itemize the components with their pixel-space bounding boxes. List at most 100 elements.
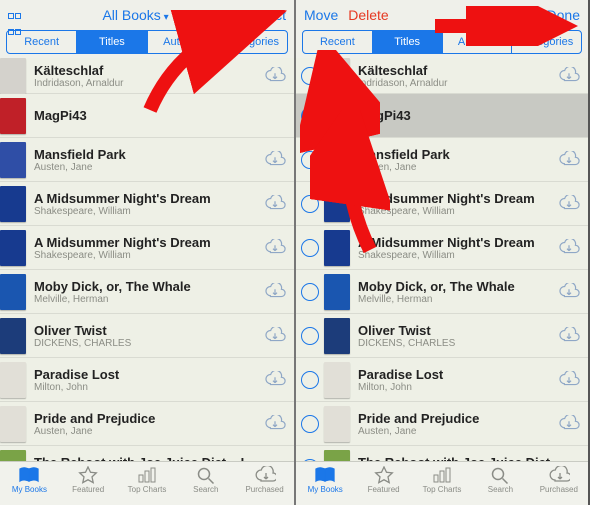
tab-purchased[interactable]: Purchased xyxy=(530,462,588,505)
cloud-icon xyxy=(235,465,294,485)
book-author: Austen, Jane xyxy=(34,162,264,173)
cloud-download-icon[interactable] xyxy=(558,67,580,85)
tab-label: Top Charts xyxy=(413,485,471,494)
segment-titles[interactable]: Titles xyxy=(77,31,147,53)
tab-top-charts[interactable]: Top Charts xyxy=(413,462,471,505)
book-row[interactable]: The Reboot with Joe Juice Diet – L…Cross… xyxy=(0,446,294,461)
cloud-download-icon[interactable] xyxy=(558,239,580,257)
select-checkbox[interactable] xyxy=(296,371,324,389)
select-checkbox[interactable] xyxy=(296,151,324,169)
cloud-download-icon[interactable] xyxy=(558,415,580,433)
cloud-download-icon[interactable] xyxy=(264,371,286,389)
book-author: Shakespeare, William xyxy=(34,206,264,217)
book-thumbnail xyxy=(0,406,26,442)
book-author: Austen, Jane xyxy=(34,426,264,437)
cloud-download-icon[interactable] xyxy=(558,195,580,213)
book-author: Austen, Jane xyxy=(358,162,558,173)
cloud-download-icon[interactable] xyxy=(264,415,286,433)
book-thumbnail xyxy=(0,186,26,222)
book-row[interactable]: KälteschlafIndridason, Arnaldur xyxy=(296,58,588,94)
collection-dropdown[interactable]: All Books xyxy=(24,7,247,23)
book-author: DICKENS, CHARLES xyxy=(34,338,264,349)
star-icon xyxy=(354,465,412,485)
delete-button[interactable]: Delete xyxy=(348,7,388,23)
segment-categories[interactable]: Categories xyxy=(512,31,581,53)
book-list[interactable]: KälteschlafIndridason, ArnaldurMagPi43Ma… xyxy=(0,58,294,461)
select-checkbox[interactable] xyxy=(296,415,324,433)
book-list[interactable]: KälteschlafIndridason, ArnaldurMagPi43Ma… xyxy=(296,58,588,461)
book-thumbnail xyxy=(0,58,26,94)
book-row[interactable]: MagPi43 xyxy=(296,94,588,138)
cloud-download-icon[interactable] xyxy=(558,327,580,345)
select-checkbox[interactable] xyxy=(296,195,324,213)
book-title: A Midsummer Night's Dream xyxy=(34,235,264,250)
tab-my-books[interactable]: My Books xyxy=(296,462,354,505)
cloud-download-icon[interactable] xyxy=(558,283,580,301)
cloud-download-icon[interactable] xyxy=(558,151,580,169)
select-checkbox[interactable] xyxy=(296,67,324,85)
book-row[interactable]: Pride and PrejudiceAusten, Jane xyxy=(296,402,588,446)
segment-authors[interactable]: Authors xyxy=(443,31,513,53)
cloud-download-icon[interactable] xyxy=(264,195,286,213)
book-author: Austen, Jane xyxy=(358,426,558,437)
cloud-download-icon[interactable] xyxy=(558,371,580,389)
cloud-download-icon[interactable] xyxy=(264,283,286,301)
book-row[interactable]: MagPi43 xyxy=(0,94,294,138)
book-title: Mansfield Park xyxy=(34,147,264,162)
tab-featured[interactable]: Featured xyxy=(59,462,118,505)
segment-recent[interactable]: Recent xyxy=(7,31,77,53)
book-thumbnail xyxy=(0,318,26,354)
book-row[interactable]: A Midsummer Night's DreamShakespeare, Wi… xyxy=(296,226,588,270)
book-author: Melville, Herman xyxy=(34,294,264,305)
tabbar: My BooksFeaturedTop ChartsSearchPurchase… xyxy=(296,461,588,505)
book-row[interactable]: Mansfield ParkAusten, Jane xyxy=(296,138,588,182)
done-button[interactable]: Done xyxy=(547,7,580,23)
book-row[interactable]: Moby Dick, or, The WhaleMelville, Herman xyxy=(296,270,588,314)
book-row[interactable]: Pride and PrejudiceAusten, Jane xyxy=(0,402,294,446)
book-title: Kälteschlaf xyxy=(358,63,558,78)
cloud-download-icon[interactable] xyxy=(264,327,286,345)
book-thumbnail xyxy=(324,186,350,222)
select-checkbox[interactable] xyxy=(296,283,324,301)
book-row[interactable]: A Midsummer Night's DreamShakespeare, Wi… xyxy=(296,182,588,226)
grid-toggle[interactable] xyxy=(8,7,24,23)
sort-segment[interactable]: RecentTitlesAuthorsCategories xyxy=(6,30,288,54)
book-row[interactable]: Paradise LostMilton, John xyxy=(0,358,294,402)
segment-categories[interactable]: Categories xyxy=(218,31,287,53)
screen-browse: All Books Select RecentTitlesAuthorsCate… xyxy=(0,0,294,505)
tab-featured[interactable]: Featured xyxy=(354,462,412,505)
cloud-download-icon[interactable] xyxy=(264,151,286,169)
cloud-download-icon[interactable] xyxy=(264,67,286,85)
book-row[interactable]: Oliver TwistDICKENS, CHARLES xyxy=(0,314,294,358)
book-row[interactable]: The Reboot with Joe Juice Diet…Cross, Jo… xyxy=(296,446,588,461)
select-checkbox[interactable] xyxy=(296,107,324,125)
tab-search[interactable]: Search xyxy=(471,462,529,505)
tab-top-charts[interactable]: Top Charts xyxy=(118,462,177,505)
select-checkbox[interactable] xyxy=(296,327,324,345)
book-row[interactable]: Oliver TwistDICKENS, CHARLES xyxy=(296,314,588,358)
book-row[interactable]: KälteschlafIndridason, Arnaldur xyxy=(0,58,294,94)
tab-search[interactable]: Search xyxy=(176,462,235,505)
search-icon xyxy=(471,465,529,485)
book-row[interactable]: A Midsummer Night's DreamShakespeare, Wi… xyxy=(0,226,294,270)
tab-label: Featured xyxy=(354,485,412,494)
cloud-download-icon[interactable] xyxy=(264,239,286,257)
segment-recent[interactable]: Recent xyxy=(303,31,373,53)
book-row[interactable]: Paradise LostMilton, John xyxy=(296,358,588,402)
select-checkbox[interactable] xyxy=(296,459,324,462)
select-button[interactable]: Select xyxy=(247,7,286,23)
book-row[interactable]: Mansfield ParkAusten, Jane xyxy=(0,138,294,182)
sort-segment[interactable]: RecentTitlesAuthorsCategories xyxy=(302,30,582,54)
book-thumbnail xyxy=(324,450,350,462)
book-row[interactable]: A Midsummer Night's DreamShakespeare, Wi… xyxy=(0,182,294,226)
tab-purchased[interactable]: Purchased xyxy=(235,462,294,505)
segment-titles[interactable]: Titles xyxy=(373,31,443,53)
tab-my-books[interactable]: My Books xyxy=(0,462,59,505)
move-button[interactable]: Move xyxy=(304,7,338,23)
book-row[interactable]: Moby Dick, or, The WhaleMelville, Herman xyxy=(0,270,294,314)
book-thumbnail xyxy=(0,230,26,266)
tab-label: Search xyxy=(176,485,235,494)
book-thumbnail xyxy=(324,230,350,266)
select-checkbox[interactable] xyxy=(296,239,324,257)
segment-authors[interactable]: Authors xyxy=(148,31,218,53)
